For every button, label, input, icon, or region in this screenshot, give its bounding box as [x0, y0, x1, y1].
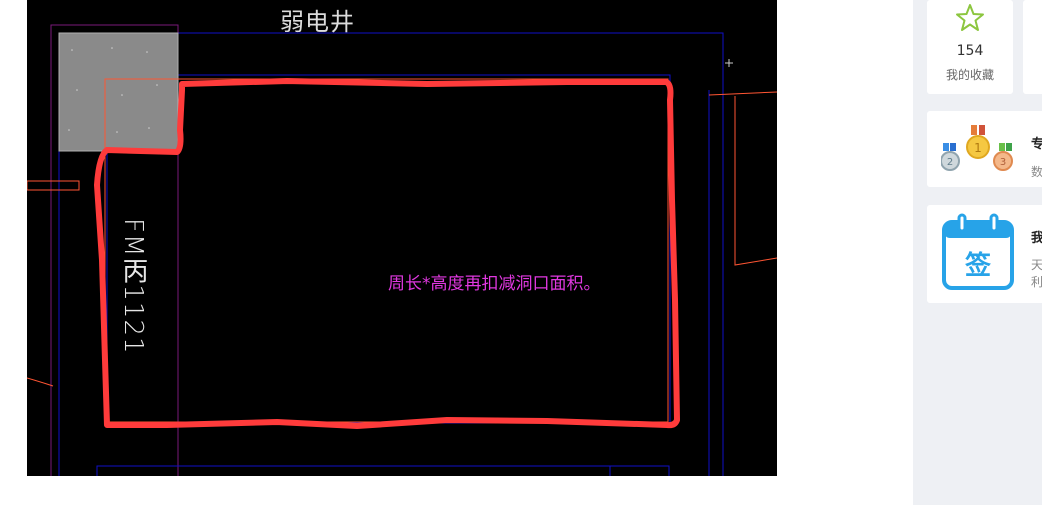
- svg-text:1: 1: [974, 141, 982, 155]
- next-card-partial[interactable]: [1023, 0, 1042, 94]
- orange-left-stub: [27, 180, 80, 191]
- cad-drawing-image: 弱电井 FM丙1121 周长*高度再扣减洞口面积。: [27, 0, 777, 476]
- door-label: FM丙1121: [118, 218, 148, 355]
- red-highlight-outline: [94, 78, 680, 429]
- calendar-icon: 签: [942, 213, 1014, 290]
- favorites-count: 154: [956, 43, 984, 59]
- gray-column: [58, 32, 179, 152]
- wall-label: 弱电井: [280, 8, 355, 36]
- ranking-card[interactable]: 1 2 3 专 数: [927, 111, 1042, 187]
- cross-mark: [725, 59, 733, 67]
- favorites-card[interactable]: 154 我的收藏: [927, 0, 1013, 94]
- svg-text:2: 2: [947, 157, 953, 168]
- orange-left-arc: [27, 377, 54, 387]
- star-icon: [956, 4, 984, 31]
- favorites-label: 我的收藏: [945, 68, 994, 82]
- blue-outline-inner: [106, 74, 671, 424]
- medal-icon: 1 2 3: [941, 125, 1013, 171]
- checkin-card[interactable]: 签 我 天 利: [927, 205, 1042, 303]
- checkin-desc-line2: 利: [1031, 275, 1042, 289]
- svg-text:3: 3: [1000, 157, 1006, 168]
- checkin-desc-line1: 天: [1031, 258, 1042, 272]
- orange-inner-rect: [104, 78, 669, 423]
- checkin-icon-text: 签: [965, 250, 992, 281]
- ranking-desc: 数: [1031, 165, 1042, 179]
- annotation-note: 周长*高度再扣减洞口面积。: [388, 274, 601, 294]
- blue-bottom-box: [96, 465, 670, 476]
- ranking-title: 专: [1031, 137, 1042, 152]
- right-sidebar: 154 我的收藏 1 2 3 专 数 签 我 天 利: [913, 0, 1042, 505]
- orange-right-arc: [708, 91, 777, 266]
- checkin-title: 我: [1031, 231, 1042, 246]
